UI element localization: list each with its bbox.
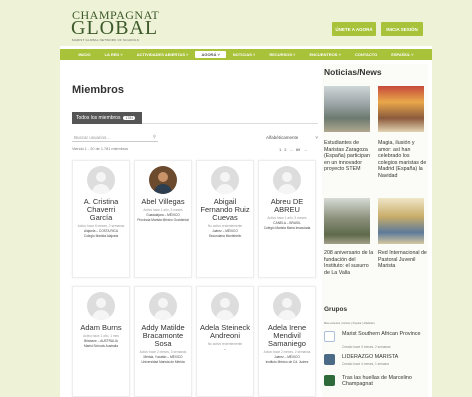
member-card[interactable]: Abreu DE ABREU Activo hace 1 año, 5 meses… xyxy=(258,160,316,278)
groups-heading: Grupos xyxy=(324,306,348,313)
tab-all-members[interactable]: Todos los miembros 1781 xyxy=(72,112,142,124)
group-name: Marist Southern African Province xyxy=(342,331,421,337)
member-school: Marist Schools Australia xyxy=(83,344,118,348)
search-input[interactable]: Buscar usuarios... ⚲ xyxy=(72,133,158,142)
news-image-3[interactable] xyxy=(324,198,370,244)
page-frame: CHAMPAGNAT GLOBAL MARIST GLOBAL NETWORK … xyxy=(60,0,432,397)
avatar[interactable] xyxy=(149,166,177,194)
news-image-2[interactable] xyxy=(378,86,424,132)
nav-item[interactable]: ENCUENTROS ˅ xyxy=(302,52,347,57)
site-header: CHAMPAGNAT GLOBAL MARIST GLOBAL NETWORK … xyxy=(60,0,432,46)
member-name[interactable]: Addy Matilde Bracamonte Sosa xyxy=(135,324,191,348)
member-card[interactable]: Abel Villegas Activo hace 1 año, 3 meses G… xyxy=(134,160,192,278)
news-image-1[interactable] xyxy=(324,86,370,132)
member-school: Colegio Marista Alajuela xyxy=(83,234,119,238)
news-title-3[interactable]: 208 aniversario de la fundación del Inst… xyxy=(324,250,374,276)
nav-item[interactable]: NOTICIAS ˅ xyxy=(226,52,263,57)
sidebar: Noticias/News Estudiantes de Maristas Za… xyxy=(322,64,428,397)
member-card[interactable]: Adela Steineck Andreoni No activo recient… xyxy=(196,286,254,397)
tab-count-badge: 1781 xyxy=(123,116,136,120)
member-name[interactable]: Adela Irene Mendivil Samaniego xyxy=(259,324,315,348)
avatar[interactable] xyxy=(273,292,301,320)
member-name[interactable]: Abigail Fernando Ruiz Cuevas xyxy=(197,198,253,222)
avatar[interactable] xyxy=(211,292,239,320)
member-name[interactable]: Adam Burns xyxy=(73,324,129,332)
viewing-count: Viendo 1 - 20 de 1.781 miembros xyxy=(72,147,129,151)
page-link[interactable]: 89 xyxy=(296,147,300,152)
chevron-down-icon: ˅ xyxy=(315,135,318,140)
tab-label: Todos los miembros xyxy=(76,115,121,121)
group-logo-icon xyxy=(324,331,335,342)
search-placeholder: Buscar usuarios... xyxy=(74,134,111,140)
member-name[interactable]: Abel Villegas xyxy=(135,198,191,206)
group-status: Creado hace 4 meses, 1 semana xyxy=(342,362,389,366)
member-name[interactable]: A. Cristina Chaverri García xyxy=(73,198,129,222)
member-school: Provincia Marista México Occidental xyxy=(137,218,189,222)
login-button[interactable]: INICIA SESIÓN xyxy=(381,22,423,36)
news-title-4[interactable]: Red Internacional de Pastoral Juvenil Ma… xyxy=(378,250,428,270)
nav-item[interactable]: CONTACTO xyxy=(348,52,384,57)
member-school: Universidad Marista de Mérida xyxy=(141,360,185,364)
member-school: Secundaria Montebello xyxy=(208,234,242,238)
page-link[interactable]: 2 xyxy=(284,147,286,152)
avatar[interactable] xyxy=(149,292,177,320)
news-title-2[interactable]: Magia, ilusión y amor: así han celebrado… xyxy=(378,140,428,179)
member-card[interactable]: Adam Burns Activo hace 1 año, 1 mes Brisba… xyxy=(72,286,130,397)
pagination: 1 2... 89 → xyxy=(279,147,307,152)
member-card[interactable]: Abigail Fernando Ruiz Cuevas No activo re… xyxy=(196,160,254,278)
news-image-4[interactable] xyxy=(378,198,424,244)
page-link[interactable]: ... xyxy=(289,147,292,152)
avatar[interactable] xyxy=(87,166,115,194)
member-tabs: Todos los miembros 1781 xyxy=(72,112,318,124)
avatar[interactable] xyxy=(211,166,239,194)
page-link[interactable]: 1 xyxy=(279,147,281,152)
group-status: Creado hace 3 meses, 2 semanas xyxy=(342,345,391,349)
nav-item[interactable]: RECURSOS ˅ xyxy=(262,52,302,57)
sort-select[interactable]: Alfabéticamente ˅ xyxy=(266,133,318,142)
group-item[interactable]: LIDERAZGO MARISTA Creado hace 4 meses, 1… xyxy=(324,354,428,372)
avatar[interactable] xyxy=(273,166,301,194)
group-item[interactable]: Tras las huellas de Marcelino Champagnat xyxy=(324,375,428,393)
nav-item[interactable]: ACTIVIDADES ABIERTAS ˅ xyxy=(130,52,196,57)
member-school: Instituto México de Cd. Juárez xyxy=(265,360,309,364)
page-title: Miembros xyxy=(72,84,124,96)
member-card[interactable]: Adela Irene Mendivil Samaniego Activo hac… xyxy=(258,286,316,397)
news-heading: Noticias/News xyxy=(324,67,382,77)
group-logo-icon xyxy=(324,354,335,365)
join-button[interactable]: ÚNETE A AGORÁ xyxy=(332,22,376,36)
groups-filter[interactable]: Más recientes | Activos | Popular | Alfa… xyxy=(324,322,375,325)
search-icon[interactable]: ⚲ xyxy=(153,134,156,140)
group-name: LIDERAZGO MARISTA xyxy=(342,354,399,360)
member-location: – xyxy=(224,347,226,351)
logo-line2[interactable]: GLOBAL xyxy=(71,17,158,40)
nav-item[interactable]: AGORÁ ˅ xyxy=(195,51,226,58)
member-card[interactable]: Addy Matilde Bracamonte Sosa Activo hace … xyxy=(134,286,192,397)
group-logo-icon xyxy=(324,375,335,386)
avatar[interactable] xyxy=(87,292,115,320)
news-title-1[interactable]: Estudiantes de Maristas Zaragoza (España… xyxy=(324,140,374,173)
nav-item[interactable]: LA RED ˅ xyxy=(98,52,130,57)
main-nav: INICIO LA RED ˅ ACTIVIDADES ABIERTAS ˅ AGOR… xyxy=(60,49,432,60)
member-school: Colégio Marista Maria Imaculada xyxy=(263,226,311,230)
member-card[interactable]: A. Cristina Chaverri García Activo hace 6… xyxy=(72,160,130,278)
member-name[interactable]: Adela Steineck Andreoni xyxy=(197,324,253,340)
group-name: Tras las huellas de Marcelino Champagnat xyxy=(342,375,412,387)
member-name[interactable]: Abreu DE ABREU xyxy=(259,198,315,214)
nav-item[interactable]: ESPAÑOL ˅ xyxy=(384,52,420,57)
nav-item[interactable]: INICIO xyxy=(71,52,97,57)
sort-label: Alfabéticamente xyxy=(266,135,299,140)
page-link[interactable]: → xyxy=(303,147,307,152)
group-item[interactable]: Marist Southern African Province Creado … xyxy=(324,331,428,349)
logo-tagline: MARIST GLOBAL NETWORK OF SCHOOLS xyxy=(72,38,140,42)
